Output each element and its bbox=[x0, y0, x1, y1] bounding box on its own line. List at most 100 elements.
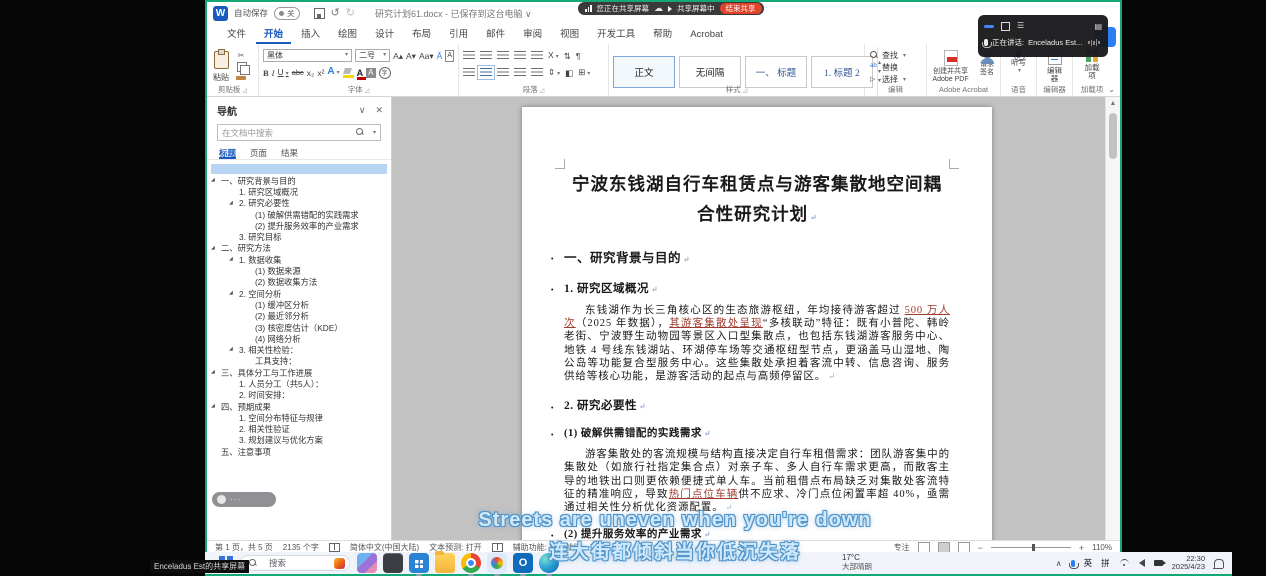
nav-heading-item[interactable]: (2) 最近邻分析 bbox=[207, 311, 391, 322]
zoom-level[interactable]: 110% bbox=[1092, 543, 1112, 552]
collapse-ribbon-icon[interactable]: ⌄ bbox=[1108, 85, 1115, 94]
italic-button[interactable]: I bbox=[272, 68, 275, 78]
collapse-triangle-icon[interactable]: ◢ bbox=[211, 245, 215, 251]
outline-marker-icon[interactable]: • bbox=[551, 255, 554, 263]
search-icon[interactable] bbox=[356, 128, 365, 137]
align-center-button[interactable] bbox=[480, 68, 492, 77]
document-title[interactable]: 研究计划61.docx - 已保存到这台电脑 ∨ bbox=[375, 7, 532, 20]
nav-heading-item[interactable]: (1) 数据来源 bbox=[207, 265, 391, 276]
phonetic-guide-button[interactable]: Ǎ bbox=[437, 51, 443, 61]
ribbon-tab-视图[interactable]: 视图 bbox=[552, 23, 587, 44]
nav-heading-item[interactable]: (4) 网络分析 bbox=[207, 333, 391, 344]
strikethrough-button[interactable]: abc bbox=[292, 68, 304, 78]
ribbon-tab-文件[interactable]: 文件 bbox=[219, 23, 254, 44]
collapse-triangle-icon[interactable]: ◢ bbox=[229, 200, 233, 206]
speaker-icon[interactable] bbox=[668, 6, 672, 12]
nav-heading-item[interactable]: (1) 缓冲区分析 bbox=[207, 299, 391, 310]
collapse-triangle-icon[interactable]: ◢ bbox=[229, 346, 233, 352]
bold-button[interactable]: B bbox=[263, 68, 269, 78]
cloud-icon[interactable]: ☁ bbox=[654, 4, 663, 13]
ribbon-tab-审阅[interactable]: 审阅 bbox=[515, 23, 550, 44]
show-marks-button[interactable]: ¶ bbox=[576, 51, 581, 61]
sidebar-icon[interactable]: ▤ bbox=[1094, 22, 1102, 31]
ribbon-tab-开始[interactable]: 开始 bbox=[256, 23, 291, 44]
camera-icon[interactable] bbox=[1154, 560, 1163, 566]
nav-heading-item[interactable]: ◢1. 数据收集 bbox=[207, 254, 391, 265]
participant-list-icon[interactable]: ☰ bbox=[1017, 22, 1024, 30]
cut-icon[interactable]: ✂ bbox=[235, 51, 247, 60]
ribbon-tab-布局[interactable]: 布局 bbox=[404, 23, 439, 44]
line-spacing-button[interactable]: ⇕▾ bbox=[548, 67, 560, 79]
redo-icon[interactable]: ↻ bbox=[346, 8, 355, 19]
nav-heading-item[interactable]: 2. 时间安排： bbox=[207, 390, 391, 401]
vertical-scrollbar[interactable]: ▲ bbox=[1105, 97, 1120, 540]
document-page[interactable]: 宁波东钱湖自行车租赁点与游客集散地空间耦合性研究计划↵•一、研究背景与目的↵•1… bbox=[522, 107, 992, 540]
collapse-triangle-icon[interactable]: ◢ bbox=[229, 290, 233, 296]
nav-heading-item[interactable]: ◢3. 相关性检验： bbox=[207, 344, 391, 355]
editing-find-button[interactable]: 查找▾ bbox=[865, 49, 926, 61]
nav-heading-item[interactable]: 1. 人员分工（共5人）： bbox=[207, 378, 391, 389]
nav-heading-item[interactable]: (2) 提升服务效率的产业需求 bbox=[207, 220, 391, 231]
doc-content[interactable]: 宁波东钱湖自行车租赁点与游客集散地空间耦合性研究计划↵•一、研究背景与目的↵•1… bbox=[564, 169, 950, 540]
ribbon-tab-设计[interactable]: 设计 bbox=[367, 23, 402, 44]
nav-heading-item[interactable]: ◢三、具体分工与工作进展 bbox=[207, 367, 391, 378]
highlight-color-button[interactable] bbox=[343, 68, 354, 78]
nav-heading-item[interactable]: ◢二、研究方法 bbox=[207, 243, 391, 254]
collapse-triangle-icon[interactable]: ◢ bbox=[211, 369, 215, 375]
scroll-up-icon[interactable]: ▲ bbox=[1106, 97, 1120, 107]
search-dropdown-icon[interactable]: ▾ bbox=[373, 129, 376, 136]
ribbon-tab-引用[interactable]: 引用 bbox=[441, 23, 476, 44]
asian-layout-button[interactable]: X▾ bbox=[548, 50, 559, 62]
ribbon-tab-开发工具[interactable]: 开发工具 bbox=[589, 23, 643, 44]
notification-bell-icon[interactable] bbox=[1214, 559, 1224, 568]
copy-icon[interactable] bbox=[237, 62, 247, 72]
document-canvas[interactable]: 宁波东钱湖自行车租赁点与游客集散地空间耦合性研究计划↵•一、研究背景与目的↵•1… bbox=[392, 97, 1109, 540]
character-border-button[interactable]: A bbox=[445, 50, 454, 62]
tray-microphone-icon[interactable] bbox=[1071, 560, 1075, 567]
tray-overflow-icon[interactable]: ∧ bbox=[1056, 559, 1062, 568]
outline-marker-icon[interactable]: • bbox=[551, 286, 554, 294]
ribbon-tab-邮件[interactable]: 邮件 bbox=[478, 23, 513, 44]
font-size-select[interactable]: 二号▾ bbox=[355, 49, 390, 62]
collapse-triangle-icon[interactable]: ◢ bbox=[211, 403, 215, 409]
dialog-launcher-icon[interactable]: ◿ bbox=[365, 88, 370, 94]
nav-heading-item[interactable]: ◢2. 研究必要性 bbox=[207, 198, 391, 209]
numbering-button[interactable] bbox=[480, 51, 492, 60]
stop-sharing-button[interactable]: 结束共享 bbox=[720, 3, 762, 14]
nav-chevron-down-icon[interactable]: ∨ bbox=[359, 105, 366, 116]
style-item[interactable]: 无间隔 bbox=[679, 56, 741, 88]
format-painter-icon[interactable] bbox=[236, 76, 246, 80]
dialog-launcher-icon[interactable]: ◿ bbox=[743, 88, 748, 94]
zoom-in-button[interactable]: + bbox=[1079, 543, 1084, 553]
save-icon[interactable] bbox=[314, 8, 325, 19]
dialog-launcher-icon[interactable]: ◿ bbox=[242, 88, 247, 94]
nav-heading-item[interactable]: 3. 规划建议与优化方案 bbox=[207, 435, 391, 446]
nav-heading-item[interactable]: 2. 相关性验证 bbox=[207, 424, 391, 435]
nav-tab-结果[interactable]: 结果 bbox=[281, 147, 298, 159]
nav-tab-标题[interactable]: 标题 bbox=[219, 147, 236, 159]
underline-button[interactable]: U▾ bbox=[278, 67, 289, 79]
justify-button[interactable] bbox=[514, 68, 526, 77]
wifi-icon[interactable] bbox=[1119, 559, 1130, 567]
ribbon-tab-绘图[interactable]: 绘图 bbox=[330, 23, 365, 44]
borders-button[interactable]: ⊞▾ bbox=[578, 67, 590, 79]
collapse-triangle-icon[interactable]: ◢ bbox=[229, 256, 233, 262]
nav-heading-item[interactable]: ◢一、研究背景与目的 bbox=[207, 175, 391, 186]
increase-indent-button[interactable] bbox=[531, 51, 543, 60]
minimize-icon[interactable] bbox=[984, 25, 994, 28]
undo-icon[interactable]: ↺ bbox=[331, 8, 340, 19]
bullets-button[interactable] bbox=[463, 51, 475, 60]
nav-search-input[interactable] bbox=[218, 128, 356, 138]
grow-font-button[interactable]: A▴ bbox=[393, 51, 403, 61]
nav-heading-item[interactable]: 1. 研究区域概况 bbox=[207, 186, 391, 197]
nav-heading-item[interactable]: 工具支持： bbox=[207, 356, 391, 367]
nav-heading-item[interactable]: (1) 破解供需错配的实践需求 bbox=[207, 209, 391, 220]
nav-heading-item[interactable]: ◢四、预期成果 bbox=[207, 401, 391, 412]
style-item[interactable]: 正文 bbox=[613, 56, 675, 88]
editing-repl-button[interactable]: 替换 bbox=[865, 61, 926, 73]
text-effects-button[interactable]: A▾ bbox=[327, 67, 339, 78]
nav-heading-item[interactable] bbox=[211, 164, 387, 174]
style-item[interactable]: 一、 标题 bbox=[745, 56, 807, 88]
character-shading-button[interactable]: A bbox=[366, 68, 375, 78]
superscript-button[interactable]: x² bbox=[317, 68, 324, 78]
